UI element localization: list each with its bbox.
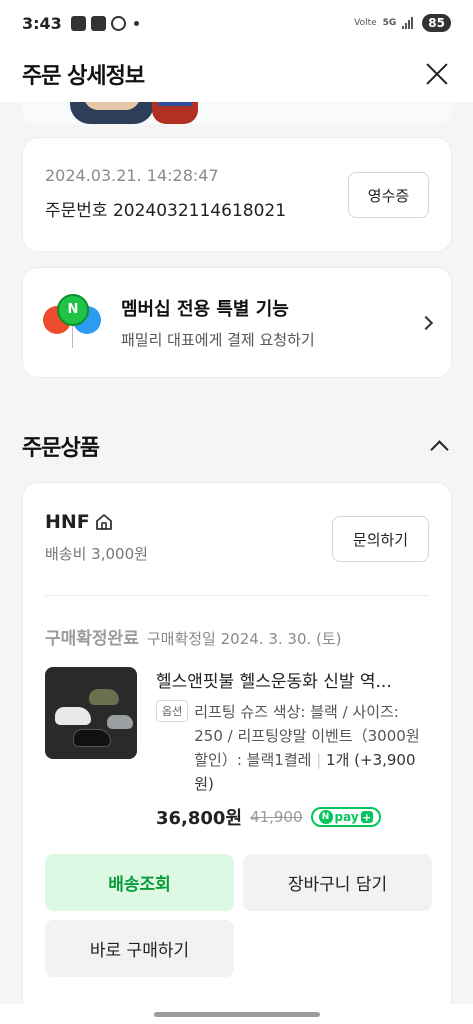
close-icon[interactable]	[423, 60, 451, 88]
balloons-icon: N	[43, 292, 105, 354]
section-header[interactable]: 주문상품	[22, 430, 452, 462]
npay-n-icon: N	[318, 810, 333, 824]
battery-badge: 85	[422, 14, 451, 32]
npay-plus-badge: N pay +	[310, 807, 381, 827]
receipt-button[interactable]: 영수증	[348, 172, 429, 218]
product-name[interactable]: 헬스앤핏불 헬스운동화 신발 역...	[156, 667, 418, 692]
volte-label: Volte	[354, 18, 377, 28]
more-notifications-dot-icon	[133, 20, 139, 26]
shoe-image	[89, 689, 119, 705]
option-row: 옵션 리프팅 슈즈 색상: 블랙 / 사이즈: 250 / 리프팅양말 이벤트（…	[156, 700, 429, 796]
notification-app-icon	[90, 15, 106, 31]
seller-name[interactable]: HNF	[45, 511, 90, 533]
action-buttons: 배송조회 장바구니 담기 바로 구매하기	[45, 854, 432, 977]
shoe-image	[55, 707, 91, 725]
shoe-image	[107, 715, 133, 729]
original-price: 41,900	[250, 808, 303, 826]
price: 36,800원	[156, 808, 243, 829]
inquiry-button[interactable]: 문의하기	[332, 516, 429, 562]
network-label: 5G	[382, 18, 397, 28]
status-bar: 3:43 Volte 5G 85	[0, 0, 473, 46]
balloon-string	[72, 325, 73, 348]
status-right: Volte 5G 85	[354, 14, 451, 32]
option-separator: |	[316, 751, 322, 769]
shoe-image	[73, 729, 111, 747]
notification-icons	[70, 15, 139, 31]
add-to-cart-button[interactable]: 장바구니 담기	[243, 854, 432, 911]
product-row[interactable]: 헬스앤핏불 헬스운동화 신발 역... 옵션 리프팅 슈즈 색상: 블랙 / 사…	[45, 667, 429, 830]
section-title: 주문상품	[22, 436, 100, 461]
membership-text: 멤버십 전용 특별 기능 패밀리 대표에게 결제 요청하기	[121, 295, 315, 350]
store-home-icon[interactable]	[94, 512, 114, 532]
call-icon	[110, 15, 126, 31]
purchase-status-row: 구매확정완료 구매확정일 2024. 3. 30. (토)	[45, 624, 429, 649]
chevron-up-icon[interactable]	[430, 439, 449, 459]
track-delivery-button[interactable]: 배송조회	[45, 854, 234, 911]
order-number-value: 2024032114618021	[112, 201, 287, 221]
product-info: 헬스앤핏불 헬스운동화 신발 역... 옵션 리프팅 슈즈 색상: 블랙 / 사…	[156, 667, 429, 830]
home-indicator[interactable]	[154, 1012, 320, 1017]
membership-title: 멤버십 전용 특별 기능	[121, 299, 289, 320]
npay-label: pay	[334, 810, 359, 824]
option-badge: 옵션	[156, 700, 189, 722]
order-number-label: 주문번호	[45, 201, 108, 221]
page-header: 주문 상세정보	[0, 46, 473, 102]
product-thumbnail[interactable]	[45, 667, 137, 759]
option-text: 리프팅 슈즈 색상: 블랙 / 사이즈: 250 / 리프팅양말 이벤트（300…	[194, 700, 422, 796]
order-product-card: HNF 배송비 3,000원 문의하기 구매확정완료 구매확정일 2024. 3…	[22, 482, 452, 1024]
membership-card[interactable]: N 멤버십 전용 특별 기능 패밀리 대표에게 결제 요청하기	[22, 267, 452, 378]
price-row: 36,800원 41,900 N pay +	[156, 804, 429, 830]
confirm-date: 구매확정일 2024. 3. 30. (토)	[146, 630, 342, 648]
order-info-card: 2024.03.21. 14:28:47 주문번호 20240321146180…	[22, 137, 452, 252]
plus-icon: +	[360, 810, 373, 824]
naver-balloon-icon: N	[57, 293, 89, 326]
page-title: 주문 상세정보	[22, 64, 145, 89]
notification-app-icon	[70, 15, 86, 31]
membership-subtitle: 패밀리 대표에게 결제 요청하기	[121, 331, 315, 349]
status-time: 3:43	[22, 13, 62, 33]
purchase-status: 구매확정완료	[45, 629, 139, 649]
signal-icon	[402, 17, 416, 29]
buy-now-button[interactable]: 바로 구매하기	[45, 920, 234, 977]
chevron-right-icon	[418, 315, 434, 330]
seller-row: HNF 배송비 3,000원 문의하기	[45, 483, 429, 596]
